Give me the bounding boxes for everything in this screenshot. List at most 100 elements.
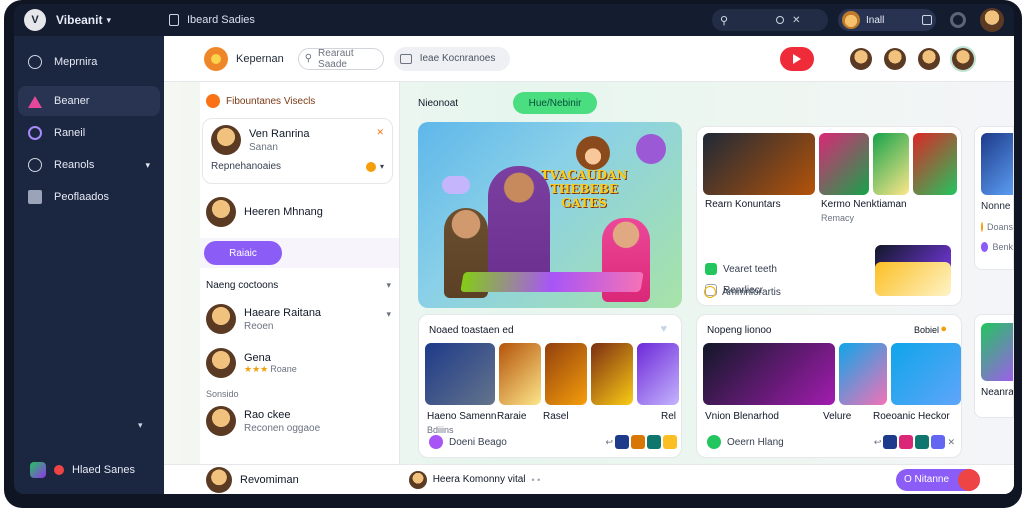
close-icon[interactable]: ✕ [792,15,800,26]
sidebar-item-beaner[interactable]: Beaner [18,86,160,116]
dismiss-icon[interactable]: ✕ [376,127,384,138]
document-icon [169,14,179,26]
close-icon[interactable]: ✕ [947,437,955,448]
collection-card[interactable]: Nopeng lionoo Bobiel ● Vnion Blenarhod V… [696,314,962,458]
list-item[interactable]: Haeare Raitana Reoen ▾ [200,297,399,341]
video-thumbnail[interactable] [425,343,495,405]
check-label: Vearet teeth [723,263,777,275]
video-thumbnail[interactable] [703,343,835,405]
grid-icon[interactable] [922,15,932,25]
thumbnail-strip [425,343,679,405]
participant-avatar[interactable] [918,47,940,70]
hero-card[interactable]: TVACAUDAN THEBEBE GATES [418,122,682,308]
video-thumbnail[interactable] [703,133,815,195]
record-icon[interactable] [776,16,785,24]
video-thumbnail[interactable] [637,343,679,405]
secondary-search[interactable]: Ieae Kocnranoes [393,46,510,71]
side-card-row-text: Benk [992,242,1013,252]
app-logo[interactable]: V [24,9,46,31]
featured-list-item[interactable]: Ven Ranrina Sanan ✕ Repnehanoaies ▾ [202,118,393,184]
card-header-right: Bobiel [913,325,939,335]
app-screen: V Vibeanit ▾ Ibeard Sadies ⚲ ✕ Inall Mep… [14,4,1014,494]
sidebar-item-peoflaados[interactable]: Peoflaados [18,182,160,212]
chevron-down-icon[interactable]: ▾ [145,160,150,171]
app-name[interactable]: Vibeanit [56,13,102,27]
channel-logo[interactable] [204,46,228,71]
heart-icon[interactable]: ♥ [660,323,667,335]
thumbnail-strip [703,133,957,195]
checkbox-checked-icon[interactable] [705,263,717,275]
list-item[interactable]: Gena ★★★ Roane [200,341,399,385]
caret-down-icon[interactable]: ▾ [106,15,111,26]
video-thumbnail[interactable] [891,343,961,405]
sidebar-item-label: Reanols [54,159,95,171]
collection-card[interactable]: Neanraae [974,314,1014,418]
card-footer: Oeern Hlang ↩ ✕ [707,435,955,449]
record-button[interactable] [780,46,814,71]
join-button[interactable]: O Nitanne [896,468,980,491]
item-name: Ven Ranrina [249,127,310,140]
participant-avatar[interactable] [850,47,872,70]
user-chip[interactable]: Inall [838,9,936,31]
side-card[interactable]: Nonne Baace Doans Benk [974,126,1014,270]
participant-avatar[interactable] [884,47,906,70]
bottom-status: Heera Komonny vital [432,474,526,485]
record-icon [958,468,980,491]
document-title: Ibeard Sadies [187,14,255,26]
card-caption: Rasel [543,411,569,422]
search-icon: ⚲ [304,53,313,64]
list-item[interactable]: Heeren Mhnang [200,190,399,234]
video-thumbnail[interactable] [545,343,587,405]
circle-icon [28,55,42,69]
caret-down-icon[interactable]: ▾ [138,420,143,431]
collection-card[interactable]: Noaed toastaen ed ♥ Haeno Samenn Raraie … [418,314,682,458]
list-item[interactable]: Rao ckee Reconen oggaoe [200,399,399,443]
play-icon[interactable] [707,435,721,449]
video-thumbnail[interactable] [839,343,887,405]
item-name: Gena [244,351,271,364]
video-thumbnail[interactable] [499,343,541,405]
section-header[interactable]: Naeng coctoons ▾ [200,268,399,297]
video-thumbnail[interactable] [819,133,869,195]
search-input[interactable]: ⚲ Rearaut Saade [297,47,384,70]
video-thumbnail[interactable] [981,323,1013,381]
card-caption: Neanraae [981,387,1014,398]
main-header: Kepernan ⚲ Rearaut Saade Ieae Kocnranoes [164,36,1014,82]
settings-icon[interactable] [950,12,966,28]
card-caption: Raraie [497,411,527,422]
sidebar-header[interactable]: Meprnira [14,36,164,74]
play-icon[interactable] [429,435,443,449]
radio-option[interactable]: Ammnlorartis [704,286,781,298]
radio-icon[interactable] [704,286,716,298]
reply-icon: ↩ [873,436,882,447]
item-name: Heeren Mhnang [244,206,323,218]
main-area: Kepernan ⚲ Rearaut Saade Ieae Kocnranoes… [164,36,1014,494]
featured-filter-button[interactable]: Hue/Nebinir [513,92,597,114]
sidebar-footer[interactable]: Hlaed Sanes [30,462,135,478]
video-thumbnail[interactable] [875,262,951,296]
bottom-bar: Revomiman Heera Komonny vital • • O Nita… [164,464,1014,494]
check-option[interactable]: Vearet teeth [705,263,777,275]
chevron-down-icon[interactable]: ▾ [380,162,384,171]
participant-avatar[interactable] [952,47,974,70]
chevron-down-icon[interactable]: ▾ [386,280,391,291]
sidebar-title: Meprnira [54,56,98,68]
video-thumbnail[interactable] [873,133,909,195]
status-pill-button[interactable]: Raiaic [204,241,282,265]
sidebar-item-reanols[interactable]: Reanols ▾ [18,150,160,180]
sidebar-item-raneil[interactable]: Raneil [18,118,160,148]
pill-label: Raiaic [229,247,257,259]
video-thumbnail[interactable] [591,343,633,405]
section-title: Naeng coctoons [206,280,279,291]
monkey-mascot [576,136,610,170]
profile-avatar[interactable] [980,8,1004,32]
mini-thumbnail [915,435,930,449]
item-subtitle: Reoen [244,320,274,332]
video-thumbnail[interactable] [913,133,957,195]
rating-text: Roane [270,363,297,374]
avatar [206,304,236,334]
emoji-icon[interactable]: ● [940,323,947,335]
top-search[interactable]: ⚲ ✕ [712,9,828,31]
chevron-down-icon[interactable]: ▾ [386,309,391,320]
avatar[interactable] [206,466,232,493]
